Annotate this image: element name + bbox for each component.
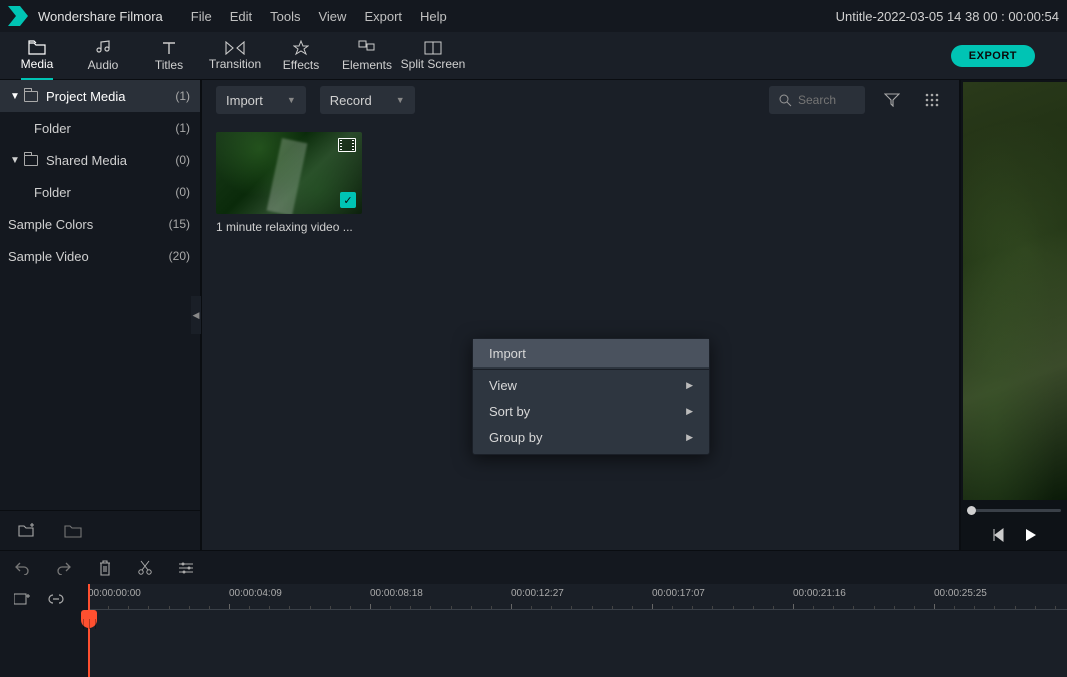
menu-help[interactable]: Help — [420, 9, 447, 24]
record-dropdown[interactable]: Record ▼ — [320, 86, 415, 114]
ruler-label: 00:00:12:27 — [511, 588, 564, 599]
tab-media[interactable]: Media — [4, 32, 70, 80]
main-menu: File Edit Tools View Export Help — [191, 9, 447, 24]
chevron-right-icon: ▶ — [686, 432, 693, 443]
menu-tools[interactable]: Tools — [270, 9, 300, 24]
tree-project-folder[interactable]: Folder (1) — [0, 112, 200, 144]
filter-icon — [884, 93, 900, 107]
tree-project-media[interactable]: ▼ Project Media (1) — [0, 80, 200, 112]
chevron-down-icon: ▼ — [10, 91, 20, 102]
effects-icon — [293, 40, 309, 56]
search-input[interactable] — [798, 93, 852, 107]
timeline-tracks[interactable]: 00:00:00:00 00:00:04:09 00:00:08:18 00:00:1… — [88, 584, 1067, 677]
chevron-right-icon: ▶ — [686, 406, 693, 417]
new-folder-icon[interactable] — [18, 523, 36, 538]
chevron-right-icon: ▶ — [686, 380, 693, 391]
tab-elements[interactable]: Elements — [334, 32, 400, 80]
context-menu: Import View ▶ Sort by ▶ Group by ▶ — [472, 338, 710, 455]
clip-label: 1 minute relaxing video ... — [216, 220, 362, 234]
ruler-label: 00:00:25:25 — [934, 588, 987, 599]
link-button[interactable] — [48, 592, 64, 606]
grid-icon — [925, 93, 939, 107]
chevron-down-icon: ▼ — [396, 95, 405, 105]
tree-sample-video[interactable]: Sample Video (20) — [0, 240, 200, 272]
export-button[interactable]: EXPORT — [951, 45, 1035, 67]
title-bar: Wondershare Filmora File Edit Tools View… — [0, 0, 1067, 32]
tab-audio[interactable]: Audio — [70, 32, 136, 80]
import-dropdown[interactable]: Import ▼ — [216, 86, 306, 114]
ruler-label: 00:00:04:09 — [229, 588, 282, 599]
undo-button[interactable] — [14, 561, 30, 575]
search-icon — [779, 94, 792, 107]
menu-view[interactable]: View — [318, 9, 346, 24]
menu-file[interactable]: File — [191, 9, 212, 24]
folder-icon — [28, 40, 46, 55]
timeline-ruler[interactable]: 00:00:00:00 00:00:04:09 00:00:08:18 00:00:1… — [88, 584, 1067, 610]
titles-icon — [161, 40, 177, 56]
add-track-button[interactable] — [14, 592, 30, 606]
settings-button[interactable] — [178, 561, 194, 575]
ctx-group-by[interactable]: Group by ▶ — [473, 424, 709, 450]
delete-button[interactable] — [98, 560, 112, 576]
folder-icon — [24, 91, 38, 102]
tab-effects[interactable]: Effects — [268, 32, 334, 80]
clip-thumbnail: ✓ — [216, 132, 362, 214]
elements-icon — [358, 40, 376, 56]
ctx-sort-by[interactable]: Sort by ▶ — [473, 398, 709, 424]
filter-button[interactable] — [879, 87, 905, 113]
app-logo-icon — [8, 6, 28, 26]
media-content: Import ▼ Record ▼ ✓ — [200, 80, 959, 550]
media-clip[interactable]: ✓ 1 minute relaxing video ... — [216, 132, 362, 234]
tab-titles[interactable]: Titles — [136, 32, 202, 80]
grid-view-button[interactable] — [919, 87, 945, 113]
playhead[interactable] — [88, 584, 90, 677]
search-box[interactable] — [769, 86, 865, 114]
ruler-label: 00:00:21:16 — [793, 588, 846, 599]
timeline-toolbar — [0, 550, 1067, 584]
menu-export[interactable]: Export — [364, 9, 402, 24]
sidebar-collapse-handle[interactable]: ◀ — [191, 296, 201, 334]
ruler-label: 00:00:08:18 — [370, 588, 423, 599]
audio-icon — [94, 40, 112, 56]
tree-sample-colors[interactable]: Sample Colors (15) — [0, 208, 200, 240]
split-screen-icon — [424, 41, 442, 55]
ruler-label: 00:00:17:07 — [652, 588, 705, 599]
chevron-down-icon: ▼ — [10, 155, 20, 166]
chevron-down-icon: ▼ — [287, 95, 296, 105]
used-check-icon: ✓ — [340, 192, 356, 208]
app-title: Wondershare Filmora — [38, 9, 163, 24]
media-sidebar: ▼ Project Media (1) Folder (1) ▼ Shared … — [0, 80, 200, 550]
menu-edit[interactable]: Edit — [230, 9, 252, 24]
preview-panel — [959, 80, 1067, 550]
ctx-import[interactable]: Import — [473, 339, 709, 367]
play-button[interactable] — [1023, 528, 1037, 542]
tree-shared-folder[interactable]: Folder (0) — [0, 176, 200, 208]
tool-tabs-bar: Media Audio Titles Transition Effects El… — [0, 32, 1067, 80]
tab-transition[interactable]: Transition — [202, 32, 268, 80]
ruler-label: 00:00:00:00 — [88, 588, 141, 599]
transition-icon — [225, 41, 245, 55]
video-badge-icon — [338, 138, 356, 152]
preview-scrubber[interactable] — [961, 500, 1067, 520]
open-folder-icon[interactable] — [64, 523, 82, 538]
document-title: Untitle-2022-03-05 14 38 00 : 00:00:54 — [836, 9, 1059, 24]
tree-shared-media[interactable]: ▼ Shared Media (0) — [0, 144, 200, 176]
timeline: 00:00:00:00 00:00:04:09 00:00:08:18 00:00:1… — [0, 584, 1067, 677]
separator — [473, 369, 709, 370]
ctx-view[interactable]: View ▶ — [473, 372, 709, 398]
cut-button[interactable] — [138, 560, 152, 576]
redo-button[interactable] — [56, 561, 72, 575]
tab-split-screen[interactable]: Split Screen — [400, 32, 466, 80]
folder-icon — [24, 155, 38, 166]
preview-video[interactable] — [963, 82, 1067, 500]
prev-frame-button[interactable] — [991, 528, 1005, 542]
